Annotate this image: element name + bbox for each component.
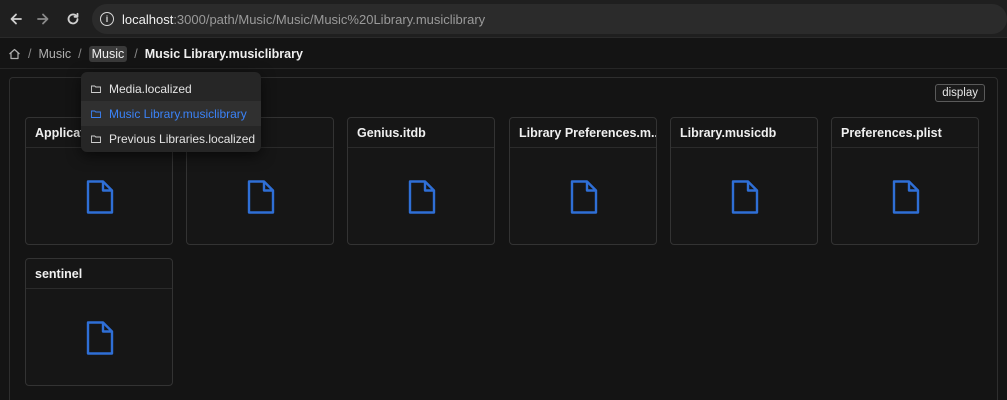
file-icon: [731, 180, 759, 214]
reload-icon[interactable]: [62, 8, 84, 30]
dropdown-item-previous-libraries[interactable]: Previous Libraries.localized: [81, 126, 261, 151]
back-arrow-icon[interactable]: [5, 8, 27, 30]
file-icon: [247, 180, 275, 214]
file-card-title: Library.musicdb: [671, 118, 817, 148]
breadcrumb-separator: /: [28, 47, 32, 61]
folder-icon: [91, 135, 101, 143]
file-card-title: Genius.itdb: [348, 118, 494, 148]
display-button[interactable]: display: [935, 84, 985, 102]
file-card[interactable]: Library.musicdb: [670, 117, 818, 245]
folder-open-icon: [91, 110, 101, 118]
folder-icon: [91, 85, 101, 93]
file-icon: [86, 321, 114, 355]
dropdown-item-label: Music Library.musiclibrary: [109, 106, 247, 121]
address-bar[interactable]: i localhost:3000/path/Music/Music/Music%…: [92, 4, 1007, 34]
home-icon[interactable]: [8, 48, 21, 60]
file-card[interactable]: Preferences.plist: [831, 117, 979, 245]
browser-toolbar: i localhost:3000/path/Music/Music/Music%…: [0, 0, 1007, 38]
url-path: :3000/path/Music/Music/Music%20Library.m…: [173, 11, 486, 27]
breadcrumb-dropdown-menu: Media.localized Music Library.musiclibra…: [81, 72, 261, 152]
breadcrumb-separator: /: [78, 47, 82, 61]
file-card-title: sentinel: [26, 259, 172, 289]
file-card-title: Library Preferences.m...: [510, 118, 656, 148]
dropdown-item-label: Previous Libraries.localized: [109, 131, 256, 146]
file-icon: [408, 180, 436, 214]
file-card[interactable]: Genius.itdb: [347, 117, 495, 245]
breadcrumb-item-music[interactable]: Music: [38, 47, 71, 61]
site-info-icon[interactable]: i: [100, 12, 114, 26]
breadcrumb-current: Music Library.musiclibrary: [144, 47, 303, 61]
file-card[interactable]: Library Preferences.m...: [509, 117, 657, 245]
file-icon: [892, 180, 920, 214]
dropdown-item-label: Media.localized: [109, 81, 192, 96]
header-divider: [0, 68, 1007, 69]
file-icon: [570, 180, 598, 214]
file-icon: [86, 180, 114, 214]
breadcrumb-item-music-dropdown[interactable]: Music: [88, 46, 128, 62]
dropdown-item-music-library[interactable]: Music Library.musiclibrary: [81, 101, 261, 126]
file-card[interactable]: sentinel: [25, 258, 173, 386]
breadcrumb-separator: /: [134, 47, 138, 61]
dropdown-item-media-localized[interactable]: Media.localized: [81, 76, 261, 101]
forward-arrow-icon[interactable]: [32, 8, 54, 30]
file-card-title: Preferences.plist: [832, 118, 978, 148]
breadcrumb: / Music / Music / Music Library.musiclib…: [8, 44, 303, 64]
url-host: localhost: [122, 11, 174, 27]
